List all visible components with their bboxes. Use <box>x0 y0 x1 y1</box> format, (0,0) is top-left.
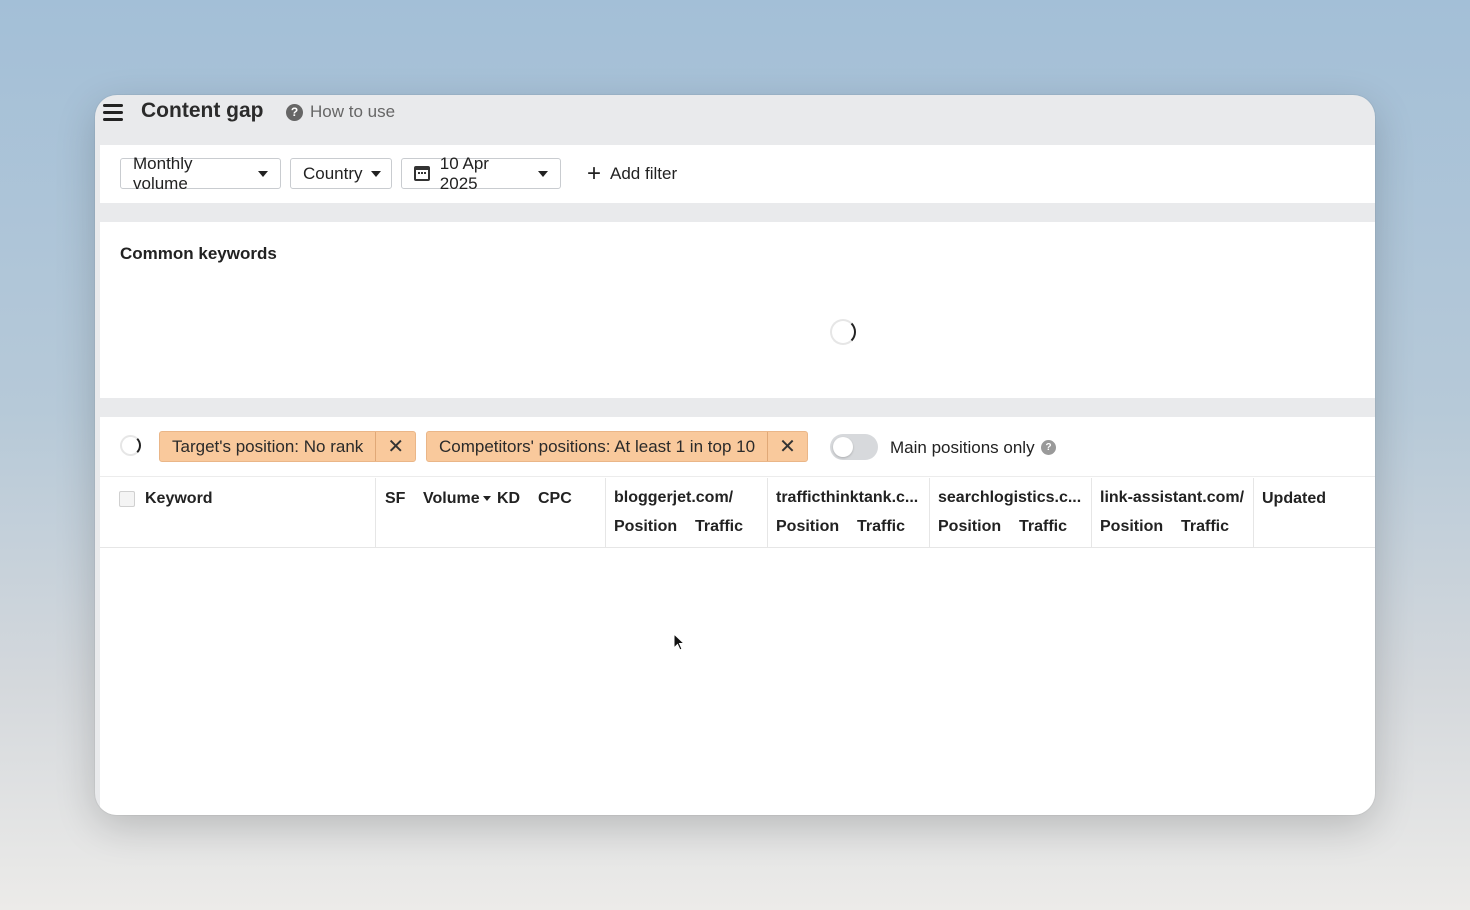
column-traffic[interactable]: Traffic <box>695 518 743 536</box>
column-cpc[interactable]: CPC <box>538 490 572 508</box>
question-circle-icon: ? <box>286 103 303 121</box>
column-traffic[interactable]: Traffic <box>1181 518 1229 536</box>
common-keywords-card: Common keywords <box>100 222 1375 398</box>
column-volume[interactable]: Volume <box>423 490 491 508</box>
column-keyword[interactable]: Keyword <box>145 490 213 508</box>
calendar-icon <box>414 166 430 181</box>
add-filter-button[interactable]: + Add filter <box>587 158 677 189</box>
add-filter-label: Add filter <box>610 163 678 183</box>
filter-chip-target-position: Target's position: No rank ✕ <box>159 431 417 462</box>
main-positions-label: Main positions only <box>890 438 1035 457</box>
common-keywords-title: Common keywords <box>120 244 277 263</box>
how-to-use-label: How to use <box>310 102 396 121</box>
filter-bar: Monthly volume Country 10 Apr 2025 + Add… <box>100 145 1375 203</box>
competitor-domain[interactable]: link-assistant.com/ <box>1100 489 1244 507</box>
plus-icon: + <box>587 159 602 187</box>
monthly-volume-label: Monthly volume <box>133 153 193 193</box>
column-kd[interactable]: KD <box>497 490 520 508</box>
close-x-icon[interactable]: ✕ <box>375 432 415 461</box>
column-updated[interactable]: Updated <box>1262 490 1326 508</box>
column-traffic[interactable]: Traffic <box>1019 518 1067 536</box>
select-all-checkbox[interactable] <box>119 491 135 507</box>
column-sf[interactable]: SF <box>385 490 405 508</box>
column-position[interactable]: Position <box>938 518 1001 536</box>
spinner-icon <box>830 319 856 345</box>
country-dropdown[interactable]: Country <box>290 158 392 189</box>
caret-down-icon <box>370 170 381 177</box>
app-window: Content gap ? How to use Monthly volume … <box>95 95 1375 815</box>
spinner-icon <box>120 435 141 456</box>
toggle-knob <box>833 437 853 457</box>
column-divider <box>1091 478 1092 548</box>
country-label: Country <box>303 163 363 183</box>
column-position[interactable]: Position <box>1100 518 1163 536</box>
column-divider <box>605 478 606 548</box>
active-filters-bar: Target's position: No rank ✕ Competitors… <box>100 417 1375 477</box>
close-x-icon[interactable]: ✕ <box>767 432 807 461</box>
filter-chip-label: Competitors' positions: At least 1 in to… <box>439 436 756 456</box>
keywords-table-card: Target's position: No rank ✕ Competitors… <box>100 417 1375 815</box>
sort-desc-icon <box>482 496 491 502</box>
date-dropdown[interactable]: 10 Apr 2025 <box>401 154 561 193</box>
column-position[interactable]: Position <box>776 518 839 536</box>
competitor-domain[interactable]: bloggerjet.com/ <box>614 489 733 507</box>
how-to-use-link[interactable]: ? How to use <box>286 102 395 122</box>
caret-down-icon <box>538 170 548 177</box>
column-divider <box>1253 478 1254 548</box>
question-circle-icon[interactable]: ? <box>1041 440 1056 455</box>
table-header: Keyword SF Volume KD CPC bloggerjet.com/… <box>100 478 1375 548</box>
caret-down-icon <box>258 170 268 177</box>
main-positions-toggle[interactable] <box>830 434 878 460</box>
column-divider <box>375 478 376 548</box>
competitor-domain[interactable]: trafficthinktank.c... <box>776 489 918 507</box>
column-divider <box>929 478 930 548</box>
filter-chip-competitors-positions: Competitors' positions: At least 1 in to… <box>426 431 809 462</box>
mouse-cursor-icon <box>673 633 686 651</box>
column-volume-label: Volume <box>423 490 480 507</box>
monthly-volume-dropdown[interactable]: Monthly volume <box>120 154 281 193</box>
filter-chip-label: Target's position: No rank <box>172 436 364 456</box>
page-title: Content gap <box>141 99 264 122</box>
competitor-domain[interactable]: searchlogistics.c... <box>938 489 1081 507</box>
column-traffic[interactable]: Traffic <box>857 518 905 536</box>
title-bar: Content gap ? How to use <box>95 95 1375 143</box>
hamburger-menu-icon[interactable] <box>103 104 123 121</box>
column-position[interactable]: Position <box>614 518 677 536</box>
column-divider <box>767 478 768 548</box>
date-label: 10 Apr 2025 <box>439 153 489 193</box>
